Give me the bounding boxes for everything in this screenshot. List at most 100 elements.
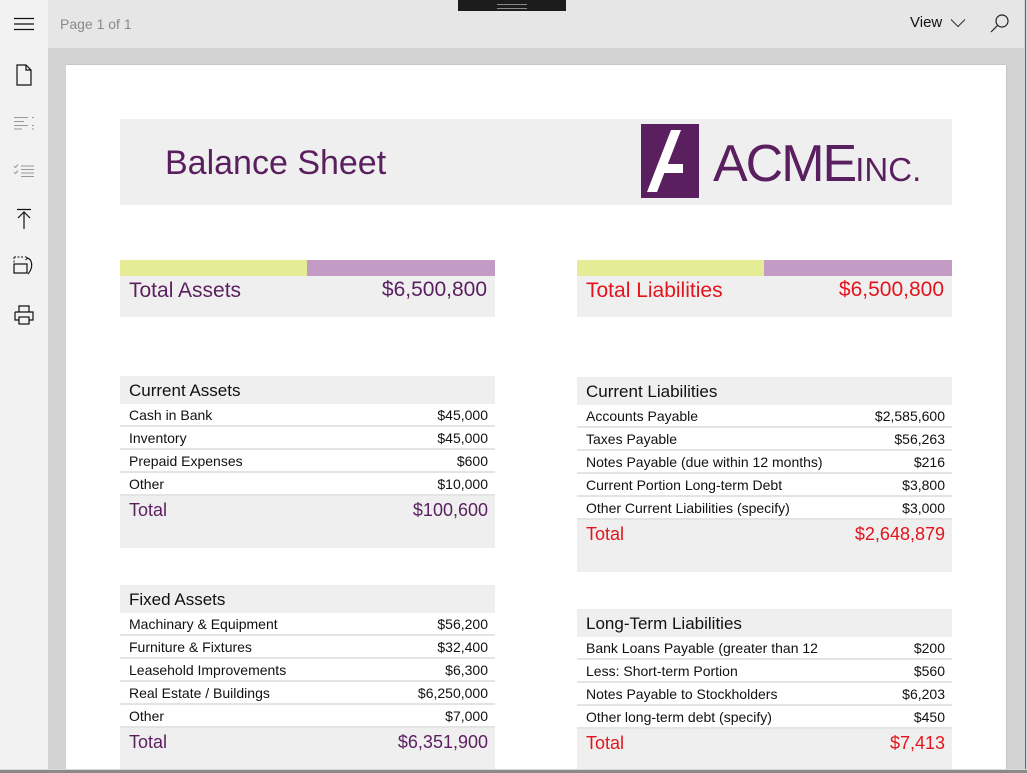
accent-bar-lavender [307,260,495,276]
current-liabilities-section: Current Liabilities Accounts Payable $2,5… [577,377,952,572]
long-term-liabilities-section: Long-Term Liabilities Bank Loans Payable… [577,609,952,773]
row-amount: $3,000 [902,500,945,516]
document-button[interactable] [0,55,48,95]
table-row: Leasehold Improvements $6,300 [120,659,495,682]
row-amount: $216 [913,454,945,470]
row-amount: $6,250,000 [417,685,488,701]
accent-bar-lavender [764,260,952,276]
total-value: $100,600 [412,500,488,520]
table-row: Notes Payable to Stockholders $6,203 [577,683,952,706]
rotate-button[interactable] [0,246,48,286]
table-row: Current Portion Long-term Debt $3,800 [577,474,952,497]
row-label: Other [129,708,165,724]
total-assets-value: $6,500,800 [381,278,487,301]
logo-text: ACMEINC. [713,138,921,190]
row-label: Cash in Bank [129,407,213,423]
total-label: Total [129,500,168,520]
row-amount: $56,263 [894,431,945,447]
section-heading: Current Liabilities [577,377,952,405]
total-liabilities-label: Total Liabilities [586,279,723,302]
total-assets-label: Total Assets [129,279,242,302]
table-of-contents-button[interactable] [0,103,48,143]
left-toolbar [0,0,48,773]
row-amount: $450 [913,709,945,725]
total-liabilities-value: $6,500,800 [838,278,944,301]
table-row: Less: Short-term Portion $560 [577,660,952,683]
row-label: Other [129,476,165,492]
total-label: Total [129,732,168,752]
row-label: Real Estate / Buildings [129,685,270,701]
view-label: View [910,14,943,31]
table-row: Real Estate / Buildings $6,250,000 [120,682,495,705]
company-logo: ACMEINC. [641,124,941,200]
table-row: Accounts Payable $2,585,600 [577,405,952,428]
total-value: $7,413 [889,733,945,753]
hamburger-icon [14,17,34,31]
row-amount: $7,000 [445,708,488,724]
row-amount: $56,200 [437,616,488,632]
row-label: Less: Short-term Portion [586,663,738,679]
pdf-viewer-app: Page 1 of 1 View Balance Sheet ACMEINC. [0,0,1027,773]
table-row: Prepaid Expenses $600 [120,450,495,473]
top-toolbar: Page 1 of 1 View [48,0,1024,48]
row-amount: $32,400 [437,639,488,655]
row-label: Current Portion Long-term Debt [586,477,783,493]
section-heading: Fixed Assets [120,585,495,613]
fixed-assets-section: Fixed Assets Machinary & Equipment $56,20… [120,585,495,773]
row-label: Accounts Payable [586,408,699,424]
table-row: Cash in Bank $45,000 [120,404,495,427]
row-label: Inventory [129,430,187,446]
row-amount: $6,203 [902,686,945,702]
row-amount: $2,585,600 [874,408,945,424]
table-row: Notes Payable (due within 12 months) $216 [577,451,952,474]
search-button[interactable] [988,12,1012,36]
row-label: Notes Payable (due within 12 months) [586,454,823,470]
print-icon [14,305,34,325]
drag-handle[interactable] [458,0,566,11]
total-assets-card: Total Assets $6,500,800 [120,260,495,317]
table-row: Other $10,000 [120,473,495,496]
menu-button[interactable] [0,4,48,44]
search-icon [990,14,1009,33]
table-row: Other $7,000 [120,705,495,728]
table-row: Other long-term debt (specify) $450 [577,706,952,729]
row-amount: $200 [913,640,945,656]
section-total: Total $100,600 [120,496,495,548]
table-row: Machinary & Equipment $56,200 [120,613,495,636]
row-amount: $45,000 [437,407,488,423]
section-total: Total $6,351,900 [120,728,495,773]
accent-bar-yellow [577,260,764,276]
print-button[interactable] [0,295,48,335]
logo-mark-icon [641,124,699,198]
checklist-icon [13,164,34,178]
row-label: Furniture & Fixtures [129,639,252,655]
checklist-button[interactable] [0,151,48,191]
page-indicator: Page 1 of 1 [60,16,132,32]
total-value: $6,351,900 [397,732,488,752]
logo-suffix: INC. [855,151,922,188]
document-page: Balance Sheet ACMEINC. Total Assets $6,5… [66,65,1006,773]
total-liabilities-card: Total Liabilities $6,500,800 [577,260,952,317]
view-dropdown[interactable]: View [910,14,966,31]
chevron-down-icon [950,18,966,27]
table-row: Furniture & Fixtures $32,400 [120,636,495,659]
section-heading: Long-Term Liabilities [577,609,952,637]
total-value: $2,648,879 [854,524,945,544]
row-amount: $10,000 [437,476,488,492]
total-label: Total [586,733,625,753]
table-row: Taxes Payable $56,263 [577,428,952,451]
row-label: Notes Payable to Stockholders [586,686,778,702]
document-title: Balance Sheet [165,144,387,182]
section-total: Total $7,413 [577,729,952,773]
row-label: Other Current Liabilities (specify) [586,500,790,516]
table-of-contents-icon [14,116,34,130]
logo-main: ACME [713,135,857,193]
go-to-top-button[interactable] [0,199,48,239]
row-amount: $45,000 [437,430,488,446]
row-label: Leasehold Improvements [129,662,287,678]
total-label: Total [586,524,625,544]
header-band: Balance Sheet ACMEINC. [120,119,952,205]
accent-bar-yellow [120,260,307,276]
horizontal-scrollbar[interactable] [0,769,1027,773]
row-amount: $6,300 [445,662,488,678]
